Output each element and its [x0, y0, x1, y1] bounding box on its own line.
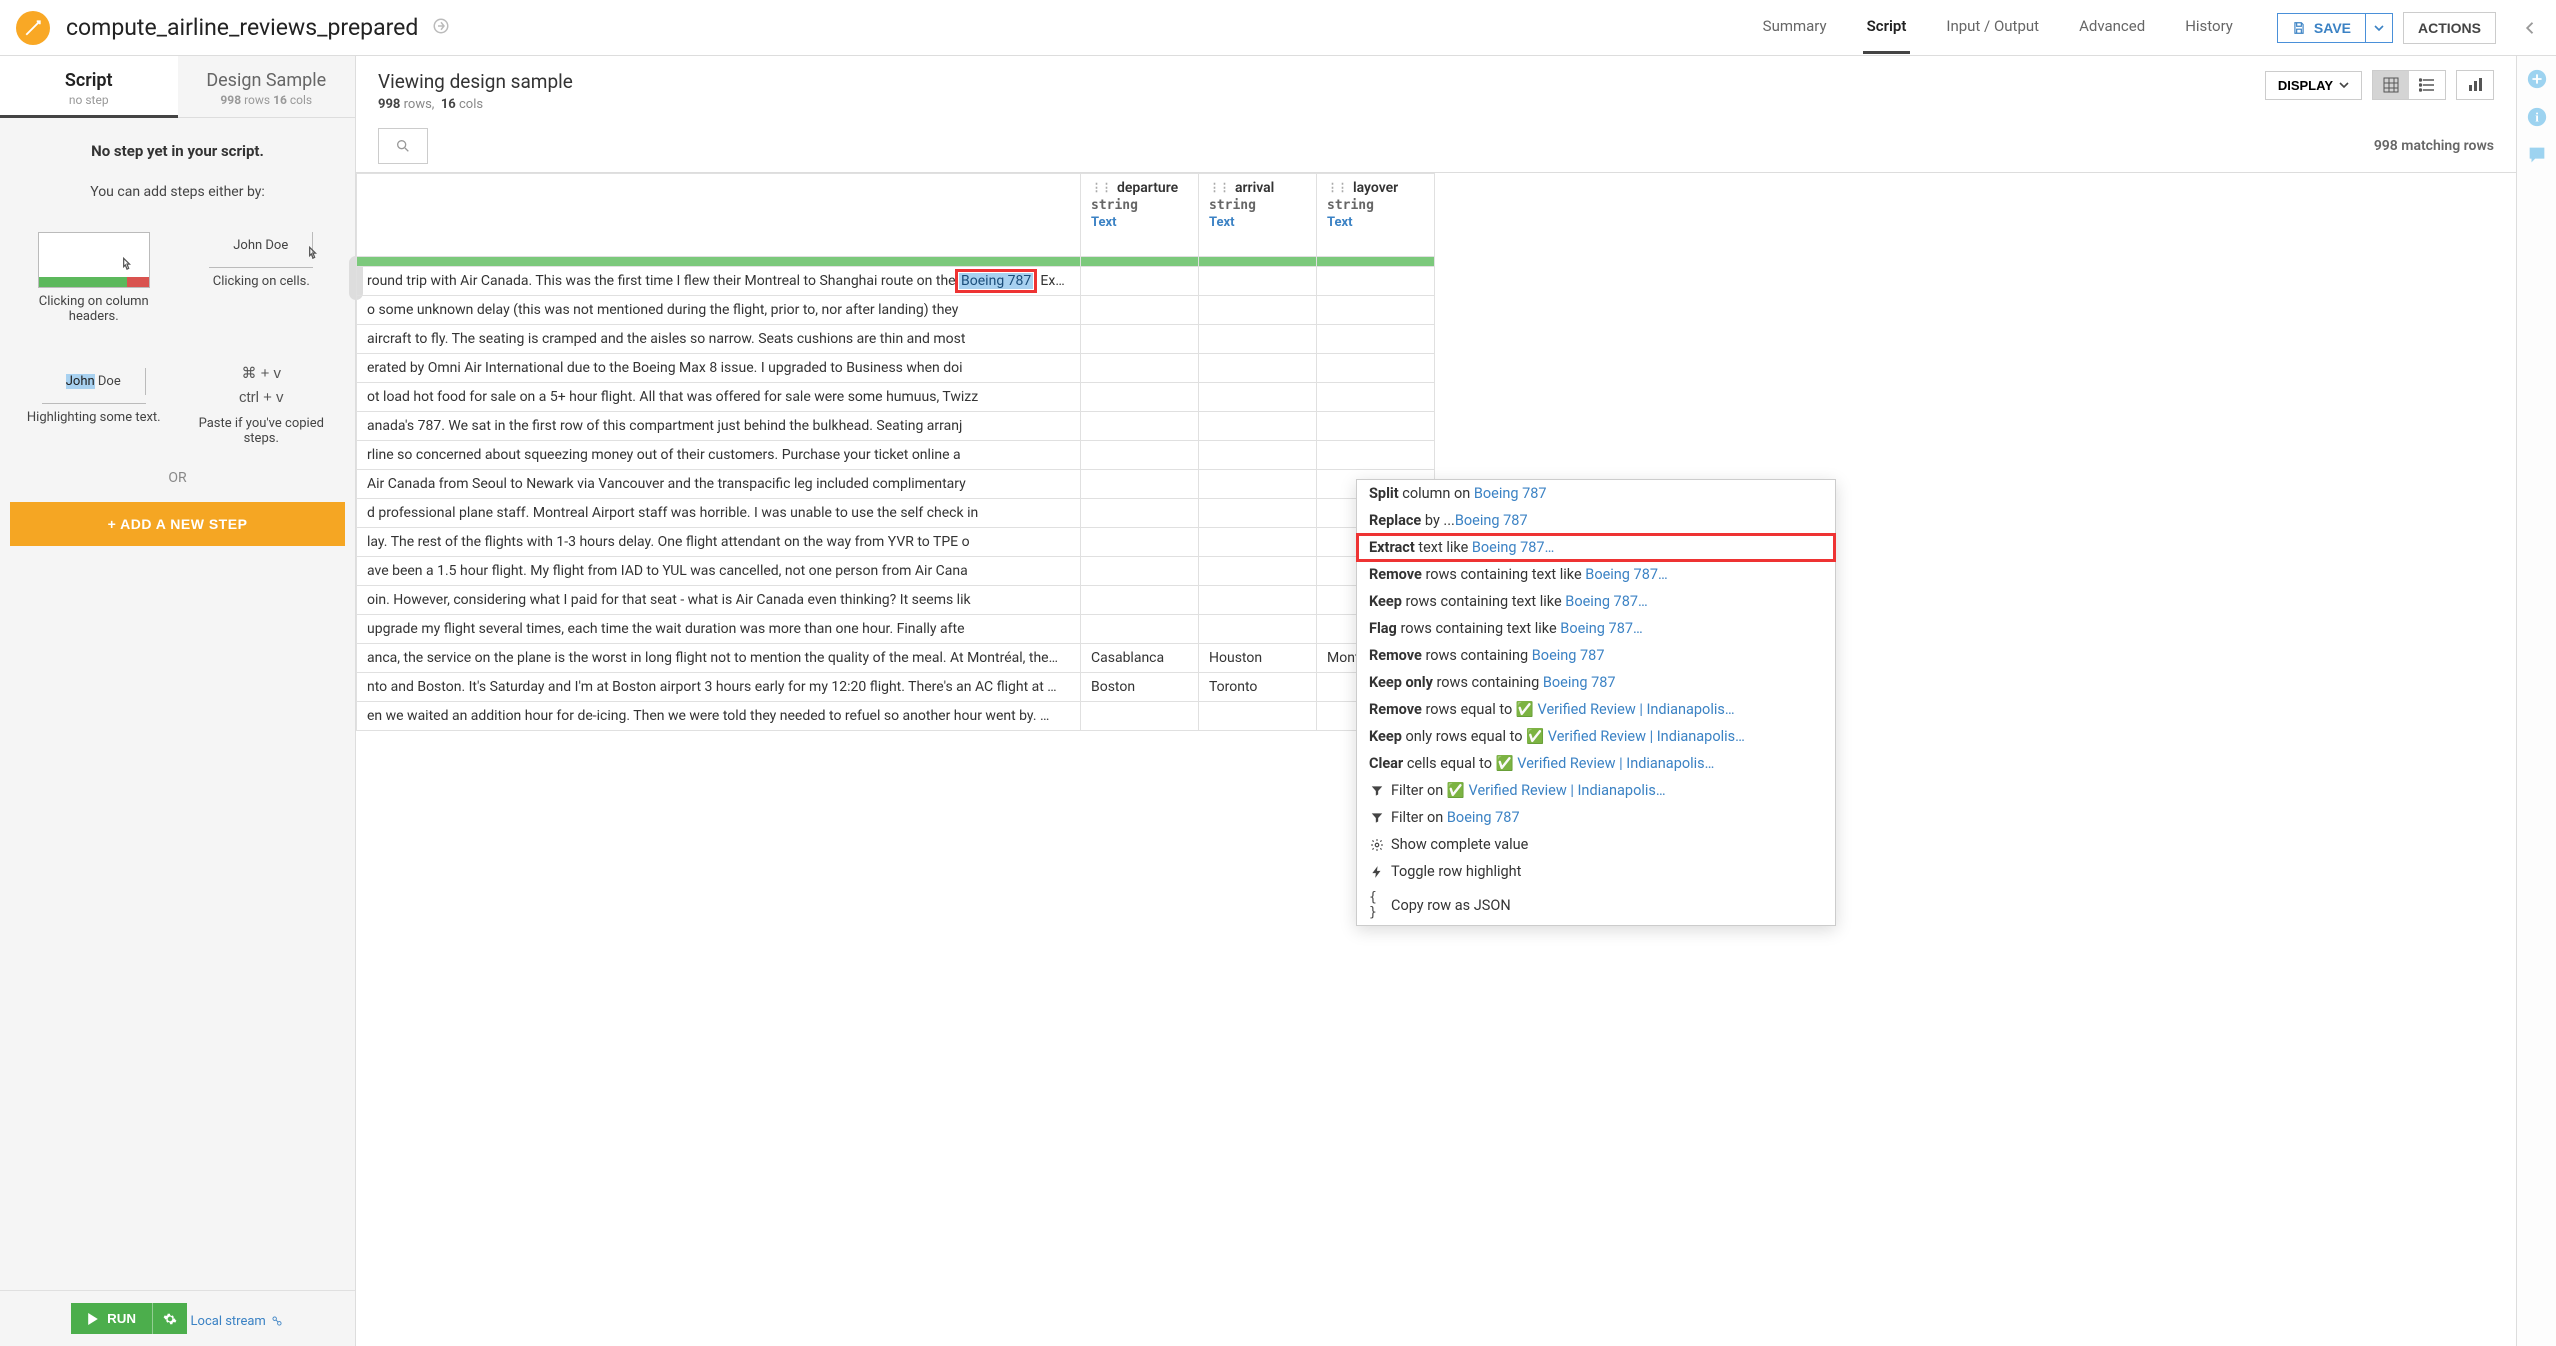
table-row[interactable]: anca, the service on the plane is the wo…: [357, 644, 1435, 673]
example1-caption: Clicking on column headers.: [24, 294, 164, 324]
table-row[interactable]: nto and Boston. It's Saturday and I'm at…: [357, 673, 1435, 702]
bolt-icon: [1369, 865, 1385, 879]
context-menu-item[interactable]: Clear cells equal to ✅ Verified Review |…: [1357, 750, 1835, 777]
context-menu-item[interactable]: Filter on ✅ Verified Review | Indianapol…: [1357, 777, 1835, 804]
braces-icon: { }: [1369, 890, 1385, 920]
context-menu-item[interactable]: Filter on Boeing 787: [1357, 804, 1835, 831]
context-menu-item[interactable]: Remove rows equal to ✅ Verified Review |…: [1357, 696, 1835, 723]
drag-handle-icon[interactable]: ⋮⋮: [1091, 185, 1111, 191]
context-menu-item[interactable]: Keep rows containing text like Boeing 78…: [1357, 588, 1835, 615]
main-title: Viewing design sample: [378, 70, 573, 93]
main-panel: Viewing design sample 998 rows, 16 cols …: [356, 56, 2516, 1346]
table-row[interactable]: rline so concerned about squeezing money…: [357, 441, 1435, 470]
table-row[interactable]: o some unknown delay (this was not menti…: [357, 296, 1435, 325]
table-row[interactable]: en we waited an addition hour for de-ici…: [357, 702, 1435, 731]
table-row[interactable]: aircraft to fly. The seating is cramped …: [357, 325, 1435, 354]
top-nav: Summary Script Input / Output Advanced H…: [1759, 1, 2237, 54]
view-chart-icon[interactable]: [2456, 70, 2494, 100]
run-settings-button[interactable]: [152, 1303, 187, 1334]
context-menu-item[interactable]: Replace by ...Boeing 787: [1357, 507, 1835, 534]
table-row[interactable]: ave been a 1.5 hour flight. My flight fr…: [357, 557, 1435, 586]
context-menu-item[interactable]: Toggle row highlight: [1357, 858, 1835, 885]
local-stream-link[interactable]: Local stream: [191, 1314, 284, 1329]
run-button[interactable]: RUN: [71, 1303, 152, 1334]
context-menu-item[interactable]: Keep only rows containing Boeing 787: [1357, 669, 1835, 696]
context-menu-item[interactable]: Show complete value: [1357, 831, 1835, 858]
nav-advanced[interactable]: Advanced: [2075, 1, 2149, 54]
add-step-button[interactable]: + ADD A NEW STEP: [10, 502, 345, 546]
table-row[interactable]: ot load hot food for sale on a 5+ hour f…: [357, 383, 1435, 412]
search-input[interactable]: [378, 128, 428, 164]
gear-icon: [1369, 838, 1385, 852]
collapse-rail-icon[interactable]: [2522, 19, 2540, 37]
example-highlight: John Doe: [42, 368, 146, 404]
table-row[interactable]: d professional plane staff. Montreal Air…: [357, 499, 1435, 528]
context-menu-item[interactable]: { } Copy row as JSON: [1357, 885, 1835, 925]
nav-input-output[interactable]: Input / Output: [1942, 1, 2043, 54]
column-header-departure[interactable]: ⋮⋮departure string Text: [1081, 174, 1199, 257]
view-list-icon[interactable]: [2409, 71, 2445, 99]
context-menu-item[interactable]: Split column on Boeing 787: [1357, 480, 1835, 507]
filter-icon: [1369, 811, 1385, 825]
main-subtitle: 998 rows, 16 cols: [378, 97, 573, 112]
or-label: OR: [10, 470, 345, 486]
nav-summary[interactable]: Summary: [1759, 1, 1831, 54]
example-paste: ⌘ + v ctrl + v: [191, 362, 331, 410]
save-dropdown[interactable]: [2366, 13, 2393, 43]
pointer-icon: [303, 244, 323, 264]
table-row[interactable]: lay. The rest of the flights with 1-3 ho…: [357, 528, 1435, 557]
save-button[interactable]: SAVE: [2277, 13, 2366, 43]
recipe-title: compute_airline_reviews_prepared: [66, 14, 450, 41]
sidebar-tab-script[interactable]: Script no step: [0, 56, 178, 118]
drag-handle-icon[interactable]: ⋮⋮: [1327, 185, 1347, 191]
context-menu-item[interactable]: Flag rows containing text like Boeing 78…: [1357, 615, 1835, 642]
example2-caption: Clicking on cells.: [191, 274, 331, 289]
context-menu-item[interactable]: Remove rows containing Boeing 787: [1357, 642, 1835, 669]
context-menu-item[interactable]: Remove rows containing text like Boeing …: [1357, 561, 1835, 588]
data-table: ⋮⋮departure string Text ⋮⋮arrival string…: [356, 173, 1435, 731]
nav-script[interactable]: Script: [1863, 1, 1911, 54]
table-row[interactable]: upgrade my flight several times, each ti…: [357, 615, 1435, 644]
context-menu: Split column on Boeing 787Replace by ...…: [1356, 479, 1836, 926]
table-row[interactable]: anada's 787. We sat in the first row of …: [357, 412, 1435, 441]
topbar: compute_airline_reviews_prepared Summary…: [0, 0, 2556, 56]
table-row[interactable]: round trip with Air Canada. This was the…: [357, 267, 1435, 296]
context-menu-item[interactable]: Extract text like Boeing 787…: [1357, 534, 1835, 561]
actions-button[interactable]: ACTIONS: [2403, 12, 2496, 44]
sidebar-tab-design-sample[interactable]: Design Sample 998 rows 16 cols: [178, 56, 356, 118]
nostep-title: No step yet in your script.: [10, 142, 345, 160]
display-button[interactable]: DISPLAY: [2265, 71, 2362, 100]
example3-caption: Highlighting some text.: [24, 410, 164, 425]
example-cell: John Doe: [209, 232, 313, 268]
rail-info-icon[interactable]: i: [2526, 106, 2548, 128]
rail-chat-icon[interactable]: [2526, 144, 2548, 166]
right-rail: i: [2516, 56, 2556, 1346]
brand-icon[interactable]: [16, 11, 50, 45]
svg-text:i: i: [2535, 111, 2539, 125]
view-table-icon[interactable]: [2373, 71, 2409, 99]
column-header-arrival[interactable]: ⋮⋮arrival string Text: [1199, 174, 1317, 257]
left-sidebar: Script no step Design Sample 998 rows 16…: [0, 56, 356, 1346]
table-row[interactable]: Air Canada from Seoul to Newark via Vanc…: [357, 470, 1435, 499]
nostep-sub: You can add steps either by:: [10, 184, 345, 200]
nav-history[interactable]: History: [2181, 1, 2237, 54]
rail-add-icon[interactable]: [2526, 68, 2548, 90]
table-row[interactable]: erated by Omni Air International due to …: [357, 354, 1435, 383]
table-row[interactable]: oin. However, considering what I paid fo…: [357, 586, 1435, 615]
open-external-icon[interactable]: [432, 17, 450, 35]
column-header-layover[interactable]: ⋮⋮layover string Text: [1317, 174, 1435, 257]
filter-icon: [1369, 784, 1385, 798]
matching-rows: 998 matching rows: [2374, 138, 2494, 154]
context-menu-item[interactable]: Keep only rows equal to ✅ Verified Revie…: [1357, 723, 1835, 750]
example4-caption: Paste if you've copied steps.: [191, 416, 331, 446]
example-column-header: [38, 232, 150, 288]
selected-text-token[interactable]: Boeing 787: [959, 273, 1033, 289]
pointer-icon: [117, 255, 137, 275]
drag-handle-icon[interactable]: ⋮⋮: [1209, 185, 1229, 191]
